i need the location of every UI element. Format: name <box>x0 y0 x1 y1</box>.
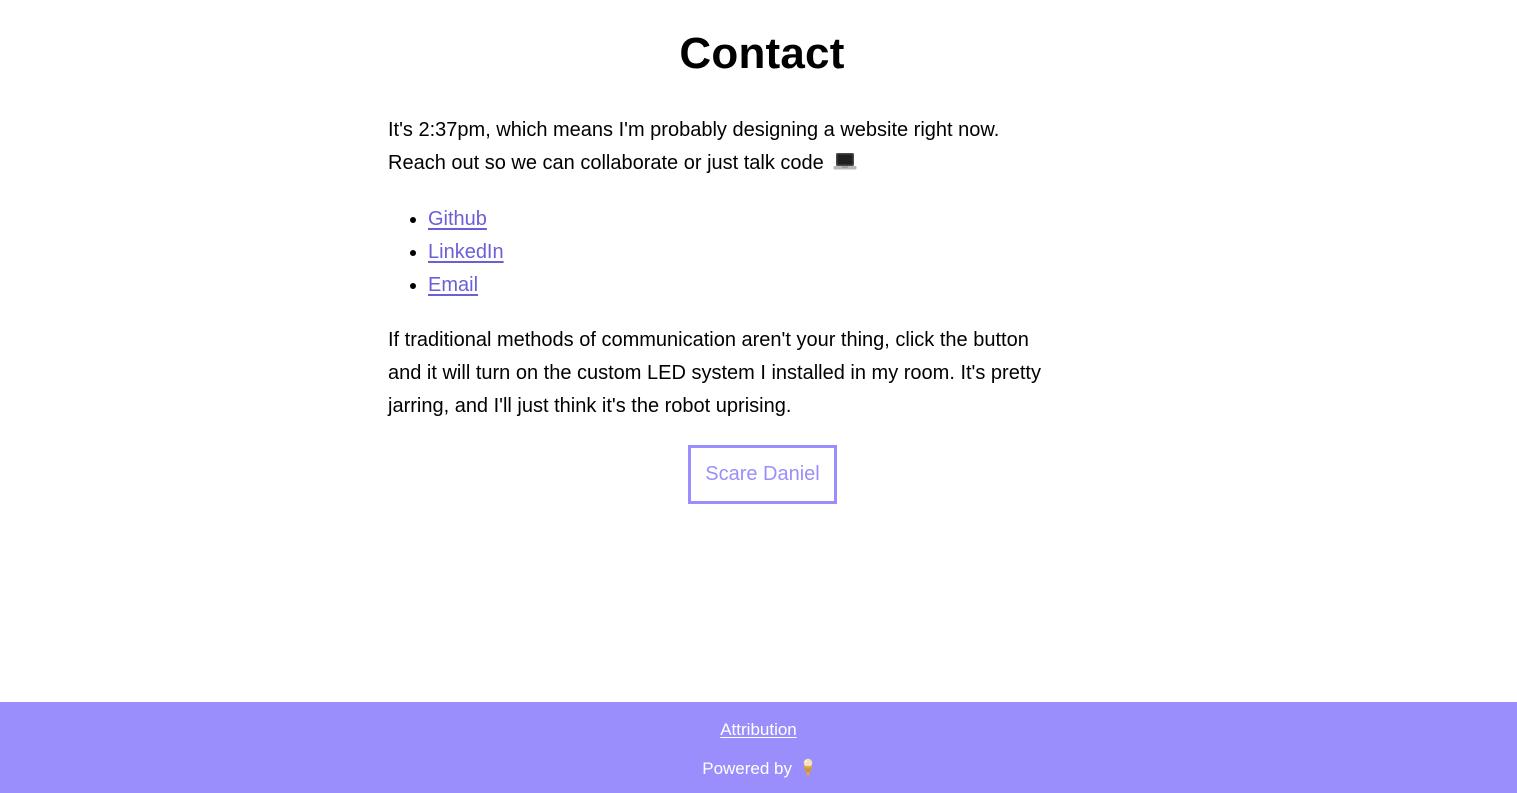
footer: Attribution Powered by <box>0 702 1517 793</box>
blurb-line-1: If traditional methods of communication … <box>388 329 1029 351</box>
intro-line-2: Reach out so we can collaborate or just … <box>388 152 824 174</box>
page-title: Contact <box>679 29 845 78</box>
contact-links-list: Github LinkedIn Email <box>388 203 504 302</box>
footer-attribution: Attribution <box>0 719 1517 741</box>
attribution-link[interactable]: Attribution <box>720 720 797 739</box>
list-item: Github <box>428 203 504 236</box>
page: Contact It's 2:37pm, which means I'm pro… <box>0 0 1517 793</box>
ice-cream-icon <box>801 758 815 778</box>
email-link[interactable]: Email <box>428 274 478 296</box>
blurb-line-3: jarring, and I'll just think it's the ro… <box>388 395 792 417</box>
github-link[interactable]: Github <box>428 208 487 230</box>
powered-by-label: Powered by <box>702 759 793 778</box>
intro-paragraph: It's 2:37pm, which means I'm probably de… <box>388 114 1136 180</box>
laptop-icon <box>833 150 857 170</box>
intro-line-1: It's 2:37pm, which means I'm probably de… <box>388 119 1000 141</box>
led-blurb-paragraph: If traditional methods of communication … <box>388 324 1136 423</box>
footer-powered-by: Powered by <box>0 758 1517 780</box>
scare-daniel-button[interactable]: Scare Daniel <box>688 445 837 504</box>
list-item: Email <box>428 269 504 302</box>
blurb-line-2: and it will turn on the custom LED syste… <box>388 362 1041 384</box>
linkedin-link[interactable]: LinkedIn <box>428 241 504 263</box>
list-item: LinkedIn <box>428 236 504 269</box>
